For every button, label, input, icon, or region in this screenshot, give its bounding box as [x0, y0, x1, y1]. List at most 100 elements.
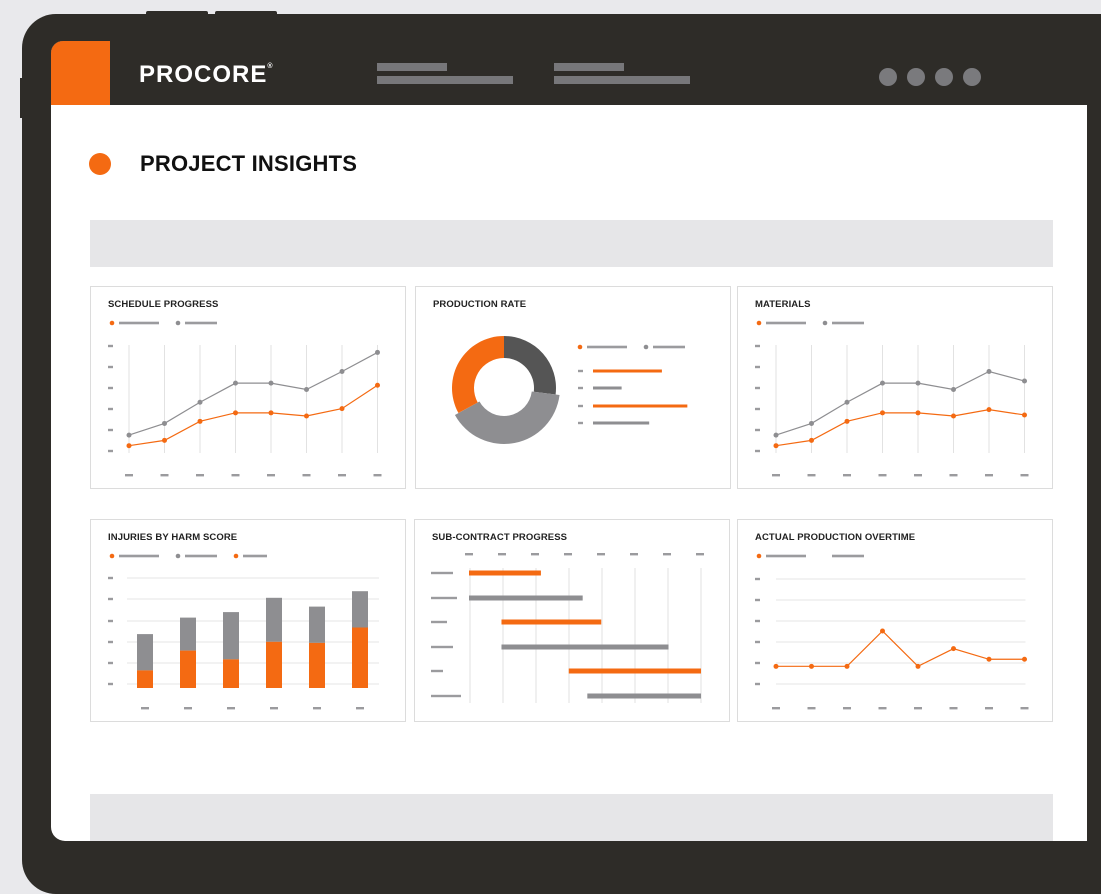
x-tick-placeholder	[949, 707, 958, 710]
nav-item-placeholder-1-title[interactable]	[377, 63, 447, 71]
tablet-side-button	[20, 78, 25, 118]
gantt-bar	[587, 693, 701, 699]
window-control-dot[interactable]	[935, 68, 953, 86]
y-tick-placeholder	[755, 577, 760, 581]
x-tick-placeholder	[1020, 707, 1029, 710]
gantt-bar	[501, 644, 669, 650]
x-tick-placeholder	[270, 707, 278, 710]
x-tick-placeholder	[313, 707, 321, 710]
data-point	[844, 399, 850, 405]
card-production-rate[interactable]: PRODUCTION RATE	[415, 286, 731, 489]
bar-segment	[266, 597, 282, 642]
x-tick-placeholder	[338, 474, 346, 477]
gantt-bar	[568, 668, 701, 674]
x-tick-placeholder	[985, 474, 993, 477]
data-point	[162, 437, 167, 443]
nav-item-placeholder-2-sub[interactable]	[554, 76, 690, 84]
legend-dot	[109, 320, 115, 326]
y-tick-placeholder	[755, 598, 760, 602]
x-tick-placeholder	[985, 707, 993, 710]
data-point	[339, 369, 345, 374]
legend-dot	[175, 320, 181, 326]
legend-dot	[109, 553, 115, 559]
data-point	[233, 410, 238, 416]
y-tick-placeholder	[755, 407, 760, 411]
x-tick-placeholder	[914, 474, 922, 477]
legend-bar	[593, 421, 650, 425]
gantt-bar	[469, 570, 541, 576]
data-point	[1022, 656, 1027, 662]
bottom-panel	[90, 794, 1053, 841]
y-tick-placeholder	[108, 344, 113, 348]
x-tick-placeholder	[843, 474, 851, 477]
legend-label-placeholder	[653, 345, 685, 349]
tablet-top-button	[146, 11, 208, 16]
data-point	[880, 628, 885, 634]
data-point	[268, 380, 274, 386]
x-tick-placeholder	[373, 474, 382, 477]
data-point	[951, 646, 956, 652]
data-point	[844, 418, 850, 424]
card-injuries-by-harm-score[interactable]: INJURIES BY HARM SCORE	[90, 519, 406, 722]
card-sub-contract-progress[interactable]: SUB-CONTRACT PROGRESS	[414, 519, 730, 722]
card-actual-production-overtime[interactable]: ACTUAL PRODUCTION OVERTIME	[737, 519, 1053, 722]
x-tick-placeholder	[772, 474, 780, 477]
filter-bar[interactable]	[90, 220, 1053, 267]
data-point	[986, 369, 992, 374]
bar-segment	[180, 650, 196, 688]
y-tick-placeholder	[578, 369, 583, 373]
data-point	[915, 663, 921, 669]
nav-item-placeholder-2-title[interactable]	[554, 63, 624, 71]
data-point	[880, 410, 885, 416]
data-point	[880, 380, 885, 386]
legend-label-placeholder	[832, 321, 864, 325]
x-tick-placeholder	[878, 707, 887, 710]
brand-accent-block	[51, 41, 110, 105]
legend-dot	[577, 344, 583, 350]
title-bullet-icon	[89, 153, 111, 175]
data-point	[162, 420, 167, 426]
x-tick-placeholder	[160, 474, 169, 477]
data-point	[986, 407, 992, 413]
card-schedule-progress[interactable]: SCHEDULE PROGRESS	[90, 286, 406, 489]
window-control-dot[interactable]	[879, 68, 897, 86]
x-tick-placeholder	[843, 707, 851, 710]
legend-label-placeholder	[119, 554, 159, 558]
series-line	[128, 384, 378, 447]
y-tick-placeholder	[755, 344, 760, 348]
procore-logo[interactable]: PROCORE®	[139, 61, 274, 89]
nav-item-placeholder-1-sub[interactable]	[377, 76, 513, 84]
legend-label-placeholder	[185, 554, 217, 558]
legend-label-placeholder	[832, 554, 864, 558]
y-tick-placeholder	[108, 682, 113, 686]
legend-dot	[756, 553, 762, 559]
x-tick-placeholder	[498, 553, 506, 556]
x-tick-placeholder	[356, 707, 364, 710]
x-tick-placeholder	[696, 553, 704, 556]
production-overtime-chart	[755, 553, 1029, 710]
y-tick-placeholder	[578, 404, 583, 408]
row-label-placeholder	[431, 645, 453, 649]
y-tick-placeholder	[108, 640, 113, 644]
y-tick-placeholder	[578, 386, 583, 390]
y-tick-placeholder	[108, 661, 113, 665]
data-point	[773, 663, 779, 669]
y-tick-placeholder	[578, 421, 583, 425]
data-point	[809, 663, 814, 669]
y-tick-placeholder	[755, 428, 760, 432]
row-label-placeholder	[431, 596, 457, 600]
legend-dot	[756, 320, 762, 326]
data-point	[951, 387, 956, 393]
legend-label-placeholder	[587, 345, 627, 349]
data-point	[197, 418, 203, 424]
y-tick-placeholder	[108, 386, 113, 390]
row-label-placeholder	[431, 669, 443, 673]
window-control-dot[interactable]	[907, 68, 925, 86]
card-materials[interactable]: MATERIALS	[737, 286, 1053, 489]
window-control-dot[interactable]	[963, 68, 981, 86]
page-title: PROJECT INSIGHTS	[140, 151, 358, 176]
y-tick-placeholder	[108, 597, 113, 601]
sub-contract-chart	[431, 553, 704, 703]
x-tick-placeholder	[125, 474, 133, 477]
row-label-placeholder	[431, 620, 447, 624]
